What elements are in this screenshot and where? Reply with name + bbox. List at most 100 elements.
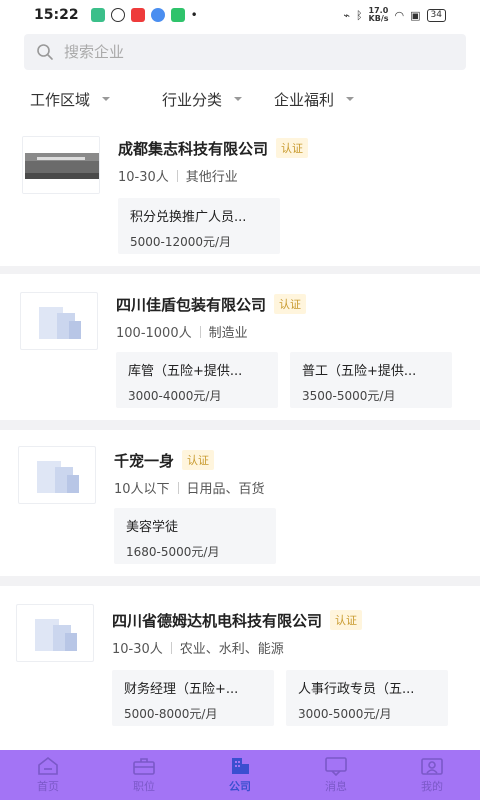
caret-down-icon [102,97,111,101]
building-placeholder-icon [37,461,79,493]
job-title: 人事行政专员（五... [298,682,415,697]
company-size: 10-30人 [118,170,169,185]
status-right: ⌁ ᛒ 17.0 KB/s ◠ ▣ 34 [343,7,446,23]
status-left: 15:22 • [34,7,198,23]
verified-badge: 认证 [274,294,307,314]
company-list[interactable]: 成都集志科技有限公司 认证 10-30人 其他行业 积分兑换推广人员... 5000… [0,120,480,750]
job-salary: 3500-5000元/月 [302,389,396,403]
verified-badge: 认证 [330,610,363,630]
caret-down-icon [346,97,355,101]
verified-badge: 认证 [182,450,215,470]
filter-industry[interactable]: 行业分类 [162,89,243,110]
job-item[interactable]: 财务经理（五险+... 5000-8000元/月 [112,670,274,726]
job-salary: 5000-8000元/月 [124,707,218,721]
filter-bar: 工作区域 行业分类 企业福利 [0,82,480,116]
search-bar[interactable] [24,34,466,70]
job-item[interactable]: 普工（五险+提供... 3500-5000元/月 [290,352,452,408]
company-size: 10-30人 [112,642,163,657]
network-speed: 17.0 KB/s [368,6,389,23]
tab-label: 消息 [325,780,347,793]
company-name[interactable]: 千宠一身 认证 [114,450,215,471]
company-size: 10人以下 [114,482,170,497]
tab-label: 公司 [229,780,251,793]
job-salary: 1680-5000元/月 [126,545,220,559]
job-item[interactable]: 人事行政专员（五... 3000-5000元/月 [286,670,448,726]
tab-label: 首页 [37,780,59,793]
sim-icon: ▣ [410,8,421,22]
video-notification-icon [130,8,145,22]
bottom-tab-bar: 首页 职位 公司 消息 我的 [0,750,480,800]
message-icon [325,757,347,776]
job-salary: 5000-12000元/月 [130,235,232,249]
company-card[interactable]: 四川佳盾包装有限公司 认证 100-1000人 制造业 库管（五险+提供... 30… [0,274,480,420]
building-placeholder-icon [39,307,81,339]
battery-icon: 34 [426,8,446,22]
building-icon [232,758,249,774]
caret-down-icon [234,97,243,101]
job-title: 库管（五险+提供... [128,364,243,379]
tab-label: 我的 [421,780,443,793]
company-logo [20,292,98,350]
company-industry: 农业、水利、能源 [179,642,284,657]
tab-profile[interactable]: 我的 [384,750,480,800]
company-photo-icon [23,137,99,193]
company-name-text: 千宠一身 [114,452,175,470]
job-title: 财务经理（五险+... [124,682,239,697]
building-placeholder-icon [35,619,77,651]
search-input[interactable] [64,43,444,61]
app-notification-icon [90,8,105,22]
job-item[interactable]: 美容学徒 1680-5000元/月 [114,508,276,564]
browser-notification-icon [150,8,165,22]
company-name[interactable]: 四川佳盾包装有限公司 认证 [116,294,307,315]
verified-badge: 认证 [276,138,309,158]
tab-label: 职位 [133,780,155,793]
company-card[interactable]: 千宠一身 认证 10人以下 日用品、百货 美容学徒 1680-5000元/月 [0,430,480,576]
company-industry: 其他行业 [185,170,238,185]
company-meta: 10-30人 农业、水利、能源 [112,638,284,657]
tab-messages[interactable]: 消息 [288,750,384,800]
tab-jobs[interactable]: 职位 [96,750,192,800]
more-dot-icon: • [190,8,198,22]
company-logo [22,136,100,194]
company-meta: 10-30人 其他行业 [118,166,238,185]
nfc-icon: ⌁ [343,8,350,22]
filter-label: 行业分类 [162,90,223,109]
company-size: 100-1000人 [116,326,192,341]
job-title: 普工（五险+提供... [302,364,417,379]
wechat-notification-icon [170,8,185,22]
company-name[interactable]: 四川省德姆达机电科技有限公司 认证 [112,610,363,631]
filter-work-area[interactable]: 工作区域 [30,89,111,110]
filter-label: 企业福利 [274,90,335,109]
wifi-icon: ◠ [394,8,405,22]
tab-company[interactable]: 公司 [192,750,288,800]
company-name-text: 四川佳盾包装有限公司 [116,296,267,314]
company-industry: 制造业 [208,326,248,341]
filter-label: 工作区域 [30,90,91,109]
briefcase-icon [133,758,155,775]
filter-benefits[interactable]: 企业福利 [274,89,355,110]
tab-home[interactable]: 首页 [0,750,96,800]
profile-icon [421,758,443,775]
job-item[interactable]: 积分兑换推广人员... 5000-12000元/月 [118,198,280,254]
company-industry: 日用品、百货 [186,482,265,497]
company-logo [16,604,94,662]
company-meta: 10人以下 日用品、百货 [114,478,265,497]
bluetooth-icon: ᛒ [355,8,363,22]
company-card[interactable]: 四川省德姆达机电科技有限公司 认证 10-30人 农业、水利、能源 财务经理（五险+… [0,586,480,750]
job-item[interactable]: 库管（五险+提供... 3000-4000元/月 [116,352,278,408]
company-logo [18,446,96,504]
job-title: 积分兑换推广人员... [130,210,247,225]
header: 工作区域 行业分类 企业福利 [0,30,480,120]
company-meta: 100-1000人 制造业 [116,322,248,341]
company-card[interactable]: 成都集志科技有限公司 认证 10-30人 其他行业 积分兑换推广人员... 5000… [0,120,480,266]
company-name-text: 成都集志科技有限公司 [118,140,269,158]
job-salary: 3000-4000元/月 [128,389,222,403]
job-salary: 3000-5000元/月 [298,707,392,721]
company-name[interactable]: 成都集志科技有限公司 认证 [118,138,309,159]
chat-notification-icon [110,8,125,22]
status-time: 15:22 [34,7,79,23]
company-name-text: 四川省德姆达机电科技有限公司 [112,612,323,630]
search-icon [37,44,53,60]
status-bar: 15:22 • ⌁ ᛒ 17.0 KB/s ◠ ▣ 34 [0,0,480,30]
home-icon [38,756,58,775]
